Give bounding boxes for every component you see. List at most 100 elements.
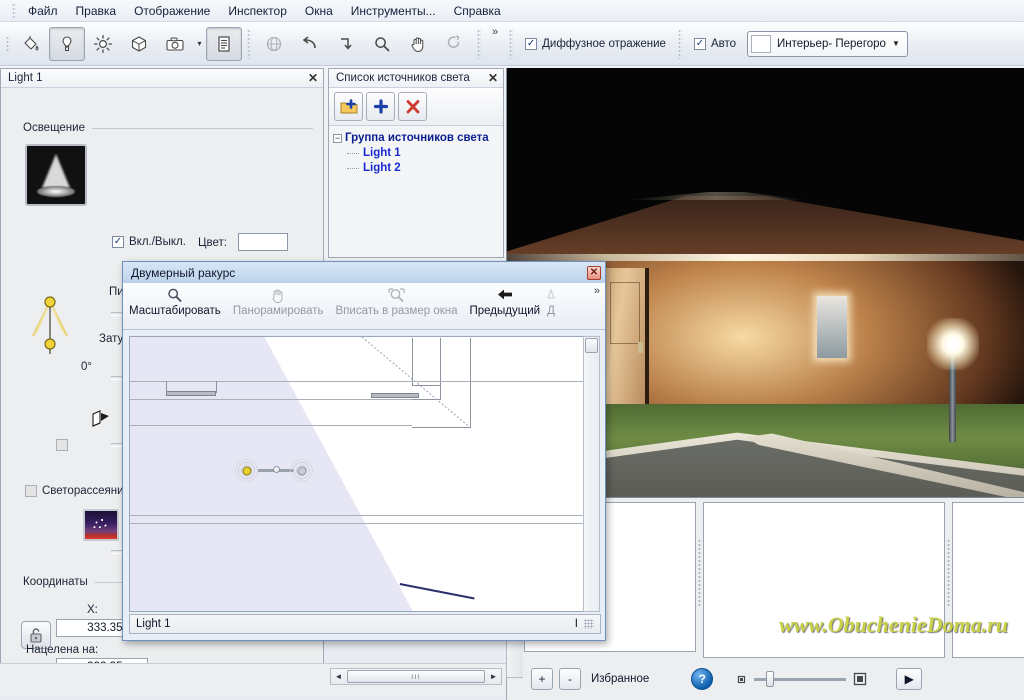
magnifier-icon (168, 288, 182, 302)
camera-dropdown-arrow[interactable]: ▾ (193, 27, 206, 61)
plan-guide-line (130, 523, 584, 524)
list-icon (218, 35, 230, 52)
delete-light-button[interactable] (398, 92, 427, 121)
light-symbol-group[interactable] (235, 459, 317, 483)
catalog-add-button[interactable]: + (531, 668, 553, 690)
paint-bucket-tool-button[interactable] (13, 27, 49, 61)
coordinates-group-label: Координаты (23, 576, 88, 588)
beam-enable-checkmark: ✓ (56, 439, 68, 451)
lamp-glow (927, 318, 979, 370)
catalog-remove-button[interactable]: - (559, 668, 581, 690)
pan-tool-button[interactable] (400, 27, 436, 61)
light-midpoint-handle[interactable] (273, 466, 280, 473)
scroll-left-arrow[interactable]: ◄ (331, 672, 346, 681)
view2d-next-button[interactable]: Д (546, 283, 562, 317)
style-combobox-value: Интерьер- Перегоро (777, 37, 886, 50)
diffuse-reflection-label: Диффузное отражение (542, 37, 666, 50)
diffuse-reflection-checkbox[interactable]: ✓ Диффузное отражение (518, 37, 673, 50)
tree-collapse-toggle[interactable]: − (333, 133, 342, 143)
menu-item-help[interactable]: Справка (445, 2, 510, 20)
plan-guide-line (130, 425, 412, 426)
light-panel-close-button[interactable]: ✕ (308, 71, 318, 85)
toolbar-separator-3 (509, 28, 514, 59)
orbit-icon (266, 36, 282, 51)
view2d-scroll-thumb[interactable] (585, 338, 598, 353)
add-light-from-folder-button[interactable] (334, 92, 363, 121)
light-scatter-checkbox[interactable]: ✓ Светорассеяние (25, 485, 130, 497)
catalog-splitter-1[interactable] (697, 538, 702, 608)
next-icon (547, 288, 555, 299)
light-source-symbol[interactable] (235, 459, 258, 482)
thumbnail-size-slider[interactable] (735, 670, 868, 687)
bucket-icon (24, 35, 39, 51)
camera-tool-button[interactable] (157, 27, 193, 61)
horizontal-scrollbar[interactable]: ◄ ııı ► (330, 668, 502, 685)
house-window (817, 296, 847, 358)
view2d-zoom-button[interactable]: Масштабировать (123, 283, 227, 317)
window-sill-symbol (166, 391, 216, 396)
view2d-fit-button[interactable]: Вписать в размер окна (330, 283, 464, 317)
light-list-panel: Список источников света ✕ − Группа источ… (328, 68, 504, 258)
lighting-group-label: Освещение (23, 122, 85, 134)
sun-tool-button[interactable] (85, 27, 121, 61)
light-color-swatch[interactable] (238, 233, 288, 251)
auto-checkbox[interactable]: ✓ Авто (687, 37, 743, 50)
light-group-label: Группа источников света (345, 132, 489, 144)
light-list-toolbar (329, 88, 503, 126)
light-onoff-checkbox[interactable]: ✓ Вкл./Выкл. (112, 236, 186, 248)
menu-item-inspector[interactable]: Инспектор (219, 2, 296, 20)
menu-item-tools[interactable]: Инструменты... (342, 2, 445, 20)
play-icon: ▶ (904, 672, 914, 686)
view2d-previous-button[interactable]: Предыдущий (464, 283, 547, 317)
thumbnail-slider-knob[interactable] (766, 670, 775, 687)
left-arrow-icon (497, 289, 512, 300)
redo-button[interactable] (328, 27, 364, 61)
light-item-2[interactable]: Light 2 (347, 162, 499, 174)
help-button[interactable]: ? (691, 668, 714, 690)
orbit-tool-button[interactable] (256, 27, 292, 61)
view2d-pan-button[interactable]: Панорамировать (227, 283, 330, 317)
object-tool-button[interactable] (121, 27, 157, 61)
add-light-button[interactable] (366, 92, 395, 121)
style-color-swatch (751, 34, 772, 53)
view2d-close-button[interactable]: ✕ (587, 265, 601, 280)
menu-item-windows[interactable]: Окна (296, 2, 342, 20)
light-group-row[interactable]: − Группа источников света (333, 132, 499, 144)
floorplan-canvas[interactable] (129, 336, 585, 612)
zoom-tool-button[interactable] (364, 27, 400, 61)
undo-button[interactable] (292, 27, 328, 61)
view2d-statusbar: Light 1 I (129, 614, 601, 634)
chevron-down-icon: ▼ (891, 39, 900, 48)
play-button[interactable]: ▶ (896, 668, 923, 690)
toolbar-overflow-chevron[interactable]: » (486, 26, 504, 38)
door-panel (610, 282, 640, 344)
view2d-vertical-scrollbar[interactable] (583, 336, 600, 612)
view2d-resize-grip[interactable] (584, 619, 594, 629)
toolbar-drag-handle[interactable] (6, 36, 10, 51)
door-handle (638, 342, 643, 353)
menu-item-file[interactable]: Файл (19, 2, 67, 20)
list-view-tool-button[interactable] (206, 26, 242, 61)
light-target-symbol[interactable] (290, 459, 313, 482)
menubar-drag-handle[interactable] (12, 3, 16, 18)
wall-segment (166, 381, 167, 393)
tree-branch-line (347, 167, 359, 169)
catalog-splitter-2[interactable] (946, 538, 951, 608)
scroll-right-arrow[interactable]: ► (486, 672, 501, 681)
rotate-tool-button[interactable] (436, 27, 472, 61)
thumbnail-slider-track[interactable] (754, 670, 847, 687)
light-preview-thumbnail[interactable] (25, 144, 87, 206)
toolbar-separator-4 (677, 28, 682, 59)
beam-enable-checkbox[interactable]: ✓ (56, 439, 68, 451)
menu-item-edit[interactable]: Правка (67, 2, 126, 20)
light-gobo-thumbnail[interactable] (83, 509, 119, 541)
rotate-icon (447, 34, 460, 48)
view2d-overflow-chevron[interactable]: » (594, 285, 600, 297)
style-combobox[interactable]: Интерьер- Перегоро ▼ (747, 30, 908, 57)
light-list-close-button[interactable]: ✕ (488, 71, 498, 85)
light-tool-button[interactable] (49, 26, 85, 61)
scroll-thumb[interactable]: ııı (347, 670, 485, 683)
view2d-titlebar[interactable]: Двумерный ракурс ✕ (123, 262, 605, 283)
menu-item-display[interactable]: Отображение (125, 2, 219, 20)
light-item-1[interactable]: Light 1 (347, 147, 499, 159)
